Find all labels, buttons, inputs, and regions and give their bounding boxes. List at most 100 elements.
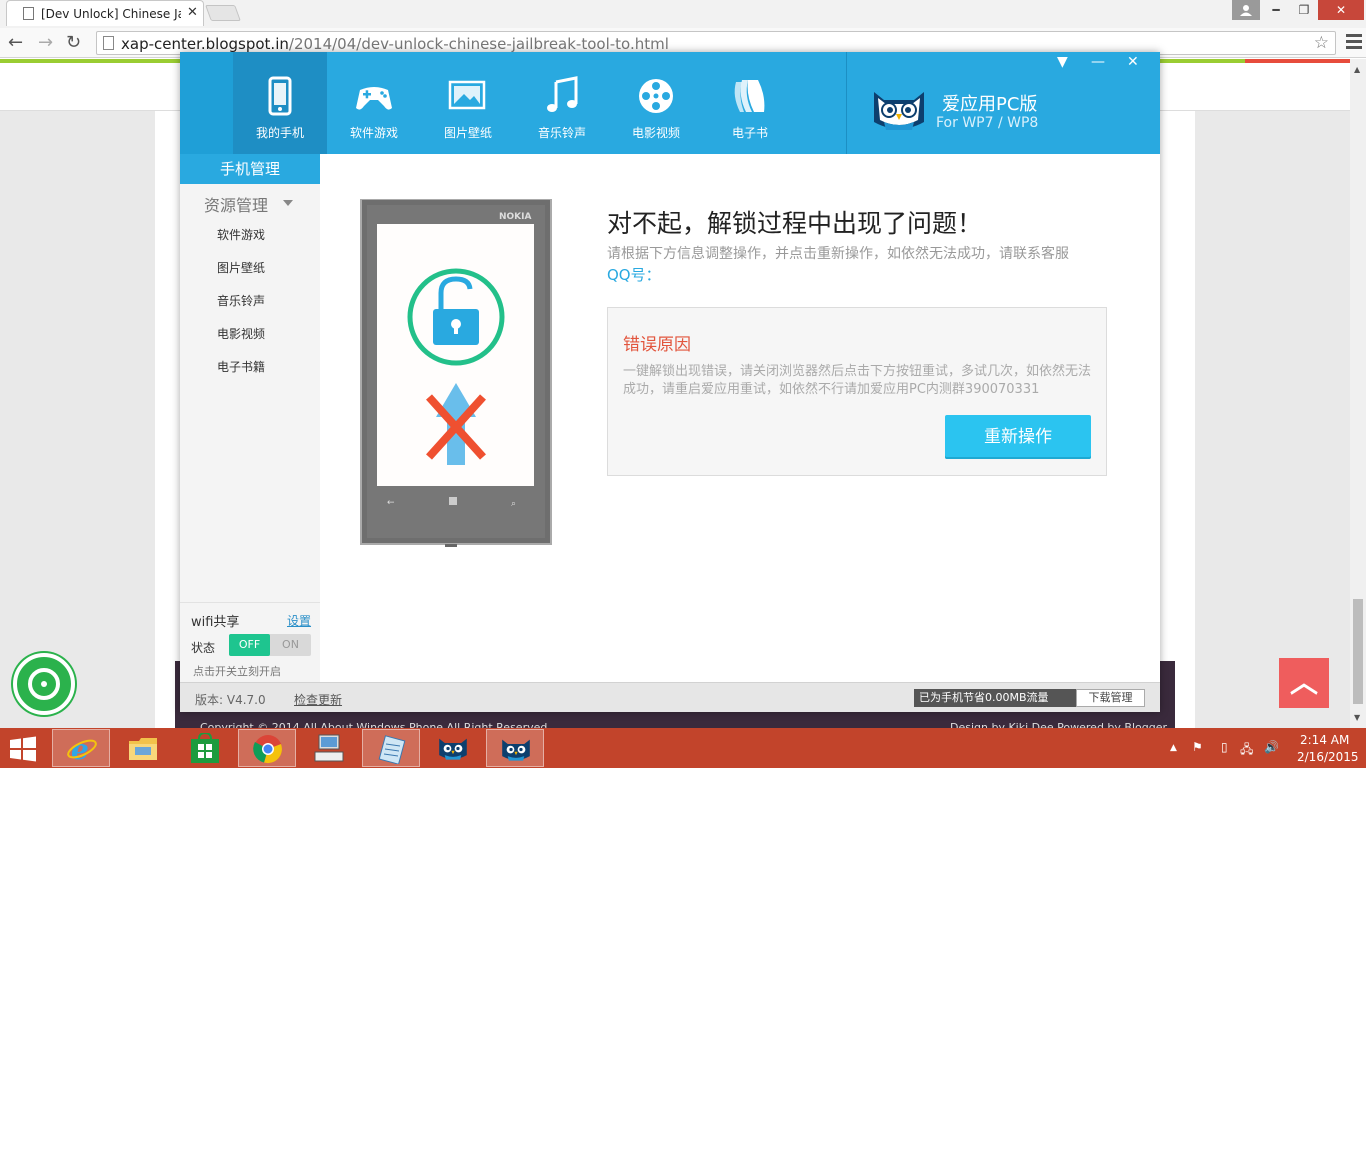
caret-down-icon[interactable] [283, 200, 293, 206]
color-stripe [1245, 59, 1350, 63]
wifi-state-label: 状态 [191, 641, 216, 655]
clock-time[interactable]: 2:14 AM [1300, 733, 1349, 747]
dropdown-arrow-icon[interactable]: ▼ [1057, 54, 1068, 70]
user-icon[interactable] [1232, 0, 1260, 20]
owl-app-icon [439, 738, 467, 760]
app-header-edge [180, 52, 233, 154]
check-update-link[interactable]: 检查更新 [294, 691, 342, 708]
bookmark-star-icon[interactable]: ☆ [1314, 33, 1329, 53]
volume-icon[interactable]: 🔊 [1264, 740, 1279, 754]
svg-text:←: ← [387, 498, 395, 508]
clock-date[interactable]: 2/16/2015 [1297, 750, 1359, 764]
owl-logo-icon [874, 92, 924, 130]
picture-icon [448, 80, 486, 110]
wifi-share-label: wifi共享 [191, 615, 240, 630]
traffic-saved-label: 已为手机节省0.00MB流量 [914, 689, 1076, 707]
wifi-settings-link[interactable]: 设置 [287, 612, 311, 629]
nav-software-games[interactable]: 软件游戏 [327, 52, 421, 154]
tab-title: [Dev Unlock] Chinese Jail [41, 7, 181, 21]
film-reel-icon [639, 79, 673, 113]
brand-name: 爱应用PC版 [942, 94, 1038, 115]
toggle-off[interactable]: OFF [229, 634, 270, 656]
music-note-icon [547, 76, 578, 112]
nav-movies[interactable]: 电影视频 [609, 52, 703, 154]
sidebar-item-ebooks[interactable]: 电子书籍 [217, 358, 265, 375]
sidebar-title[interactable]: 手机管理 [180, 154, 320, 184]
taskbar-owl-app-active[interactable] [486, 729, 544, 767]
nav-label: 电影视频 [631, 126, 680, 140]
notepad-icon [378, 735, 406, 764]
reload-icon[interactable]: ↻ [66, 32, 81, 53]
phone-icon [268, 76, 292, 116]
app-close-icon[interactable]: ✕ [1127, 54, 1139, 70]
color-stripe [1160, 59, 1245, 63]
browser-tab[interactable]: [Dev Unlock] Chinese Jail ✕ [6, 0, 204, 26]
book-icon [734, 80, 765, 112]
page-icon [103, 36, 114, 50]
page-scrollbar[interactable]: ▲ ▼ [1350, 59, 1366, 728]
new-tab-button[interactable] [205, 5, 241, 21]
sidebar-group-resources[interactable]: 资源管理 [204, 192, 268, 216]
windows-start-icon[interactable] [8, 736, 38, 762]
nav-music[interactable]: 音乐铃声 [515, 52, 609, 154]
nav-label: 我的手机 [255, 126, 304, 140]
internet-explorer-icon: e [67, 734, 97, 764]
scroll-down-icon[interactable]: ▼ [1354, 713, 1360, 722]
share-float-icon[interactable] [13, 653, 75, 715]
download-manager-button[interactable]: 下载管理 [1076, 689, 1145, 707]
owl-app-icon [502, 739, 530, 761]
taskbar-chrome[interactable] [238, 729, 296, 767]
taskbar-store[interactable] [176, 729, 234, 767]
page-icon [23, 7, 34, 20]
show-hidden-icons-icon[interactable]: ▲ [1170, 743, 1177, 753]
sidebar-item-movies[interactable]: 电影视频 [217, 325, 265, 342]
screen: [Dev Unlock] Chinese Jail ✕ ━ ❐ ✕ ← → ↻ … [0, 0, 1366, 768]
svg-text:e: e [71, 734, 89, 764]
taskbar: e ▲ ⚑ ▯ 🖧 🔊 2:14 AM 2/16/2015 [0, 728, 1366, 768]
scroll-thumb[interactable] [1353, 599, 1363, 704]
battery-icon[interactable]: ▯ [1221, 740, 1228, 754]
minimize-button[interactable]: ━ [1262, 0, 1290, 20]
svg-text:⌕: ⌕ [511, 499, 516, 509]
nav-wallpapers[interactable]: 图片壁纸 [421, 52, 515, 154]
nav-label: 软件游戏 [349, 126, 398, 140]
forward-icon[interactable]: → [38, 32, 53, 53]
taskbar-notepad[interactable] [362, 729, 420, 767]
sidebar-item-software-games[interactable]: 软件游戏 [217, 226, 265, 243]
store-icon [191, 733, 219, 763]
toggle-on[interactable]: ON [270, 634, 311, 656]
taskbar-app-keyboard[interactable] [300, 729, 358, 767]
error-reason-title: 错误原因 [623, 335, 691, 355]
restore-button[interactable]: ❐ [1290, 0, 1318, 20]
brand-subtitle: For WP7 / WP8 [936, 115, 1039, 131]
scroll-up-icon[interactable]: ▲ [1354, 65, 1360, 74]
app-minimize-icon[interactable]: — [1091, 54, 1105, 70]
sidebar-item-music[interactable]: 音乐铃声 [217, 292, 265, 309]
nav-my-phone[interactable]: 我的手机 [233, 52, 327, 154]
version-label: 版本: V4.7.0 [195, 693, 266, 707]
app-header: 我的手机 软件游戏 图片壁纸 音乐铃声 电影视频 电子书 爱应用PC版 For … [180, 52, 1160, 154]
tab-close-icon[interactable]: ✕ [187, 5, 198, 20]
error-title: 对不起，解锁过程中出现了问题！ [607, 209, 983, 238]
wifi-toggle[interactable]: OFF ON [229, 634, 311, 656]
sidebar-item-wallpapers[interactable]: 图片壁纸 [217, 259, 265, 276]
back-icon[interactable]: ← [8, 32, 23, 53]
retry-button[interactable]: 重新操作 [945, 415, 1091, 459]
nav-ebooks[interactable]: 电子书 [703, 52, 797, 154]
url-text: xap-center.blogspot.in/2014/04/dev-unloc… [121, 35, 669, 53]
sidebar: 手机管理 资源管理 软件游戏 图片壁纸 音乐铃声 电影视频 电子书籍 wifi共… [180, 154, 320, 682]
close-window-button[interactable]: ✕ [1318, 0, 1364, 20]
taskbar-ie[interactable]: e [52, 729, 110, 767]
back-to-top-button[interactable]: ︿ [1279, 658, 1329, 708]
taskbar-owl-app[interactable] [424, 729, 482, 767]
url-path: /2014/04/dev-unlock-chinese-jailbreak-to… [288, 35, 669, 53]
error-description: 请根据下方信息调整操作，并点击重新操作，如依然无法成功，请联系客服 [607, 246, 1069, 262]
nav-label: 音乐铃声 [537, 126, 586, 140]
chrome-icon [253, 735, 282, 764]
action-center-flag-icon[interactable]: ⚑ [1192, 740, 1203, 754]
menu-icon[interactable] [1346, 34, 1362, 52]
error-reason-text: 一键解锁出现错误，请关闭浏览器然后点击下方按钮重试，多试几次，如依然无法成功，请… [623, 364, 1092, 397]
computer-keyboard-icon [314, 734, 344, 762]
taskbar-explorer[interactable] [114, 729, 172, 767]
network-icon[interactable]: 🖧 [1240, 740, 1253, 761]
